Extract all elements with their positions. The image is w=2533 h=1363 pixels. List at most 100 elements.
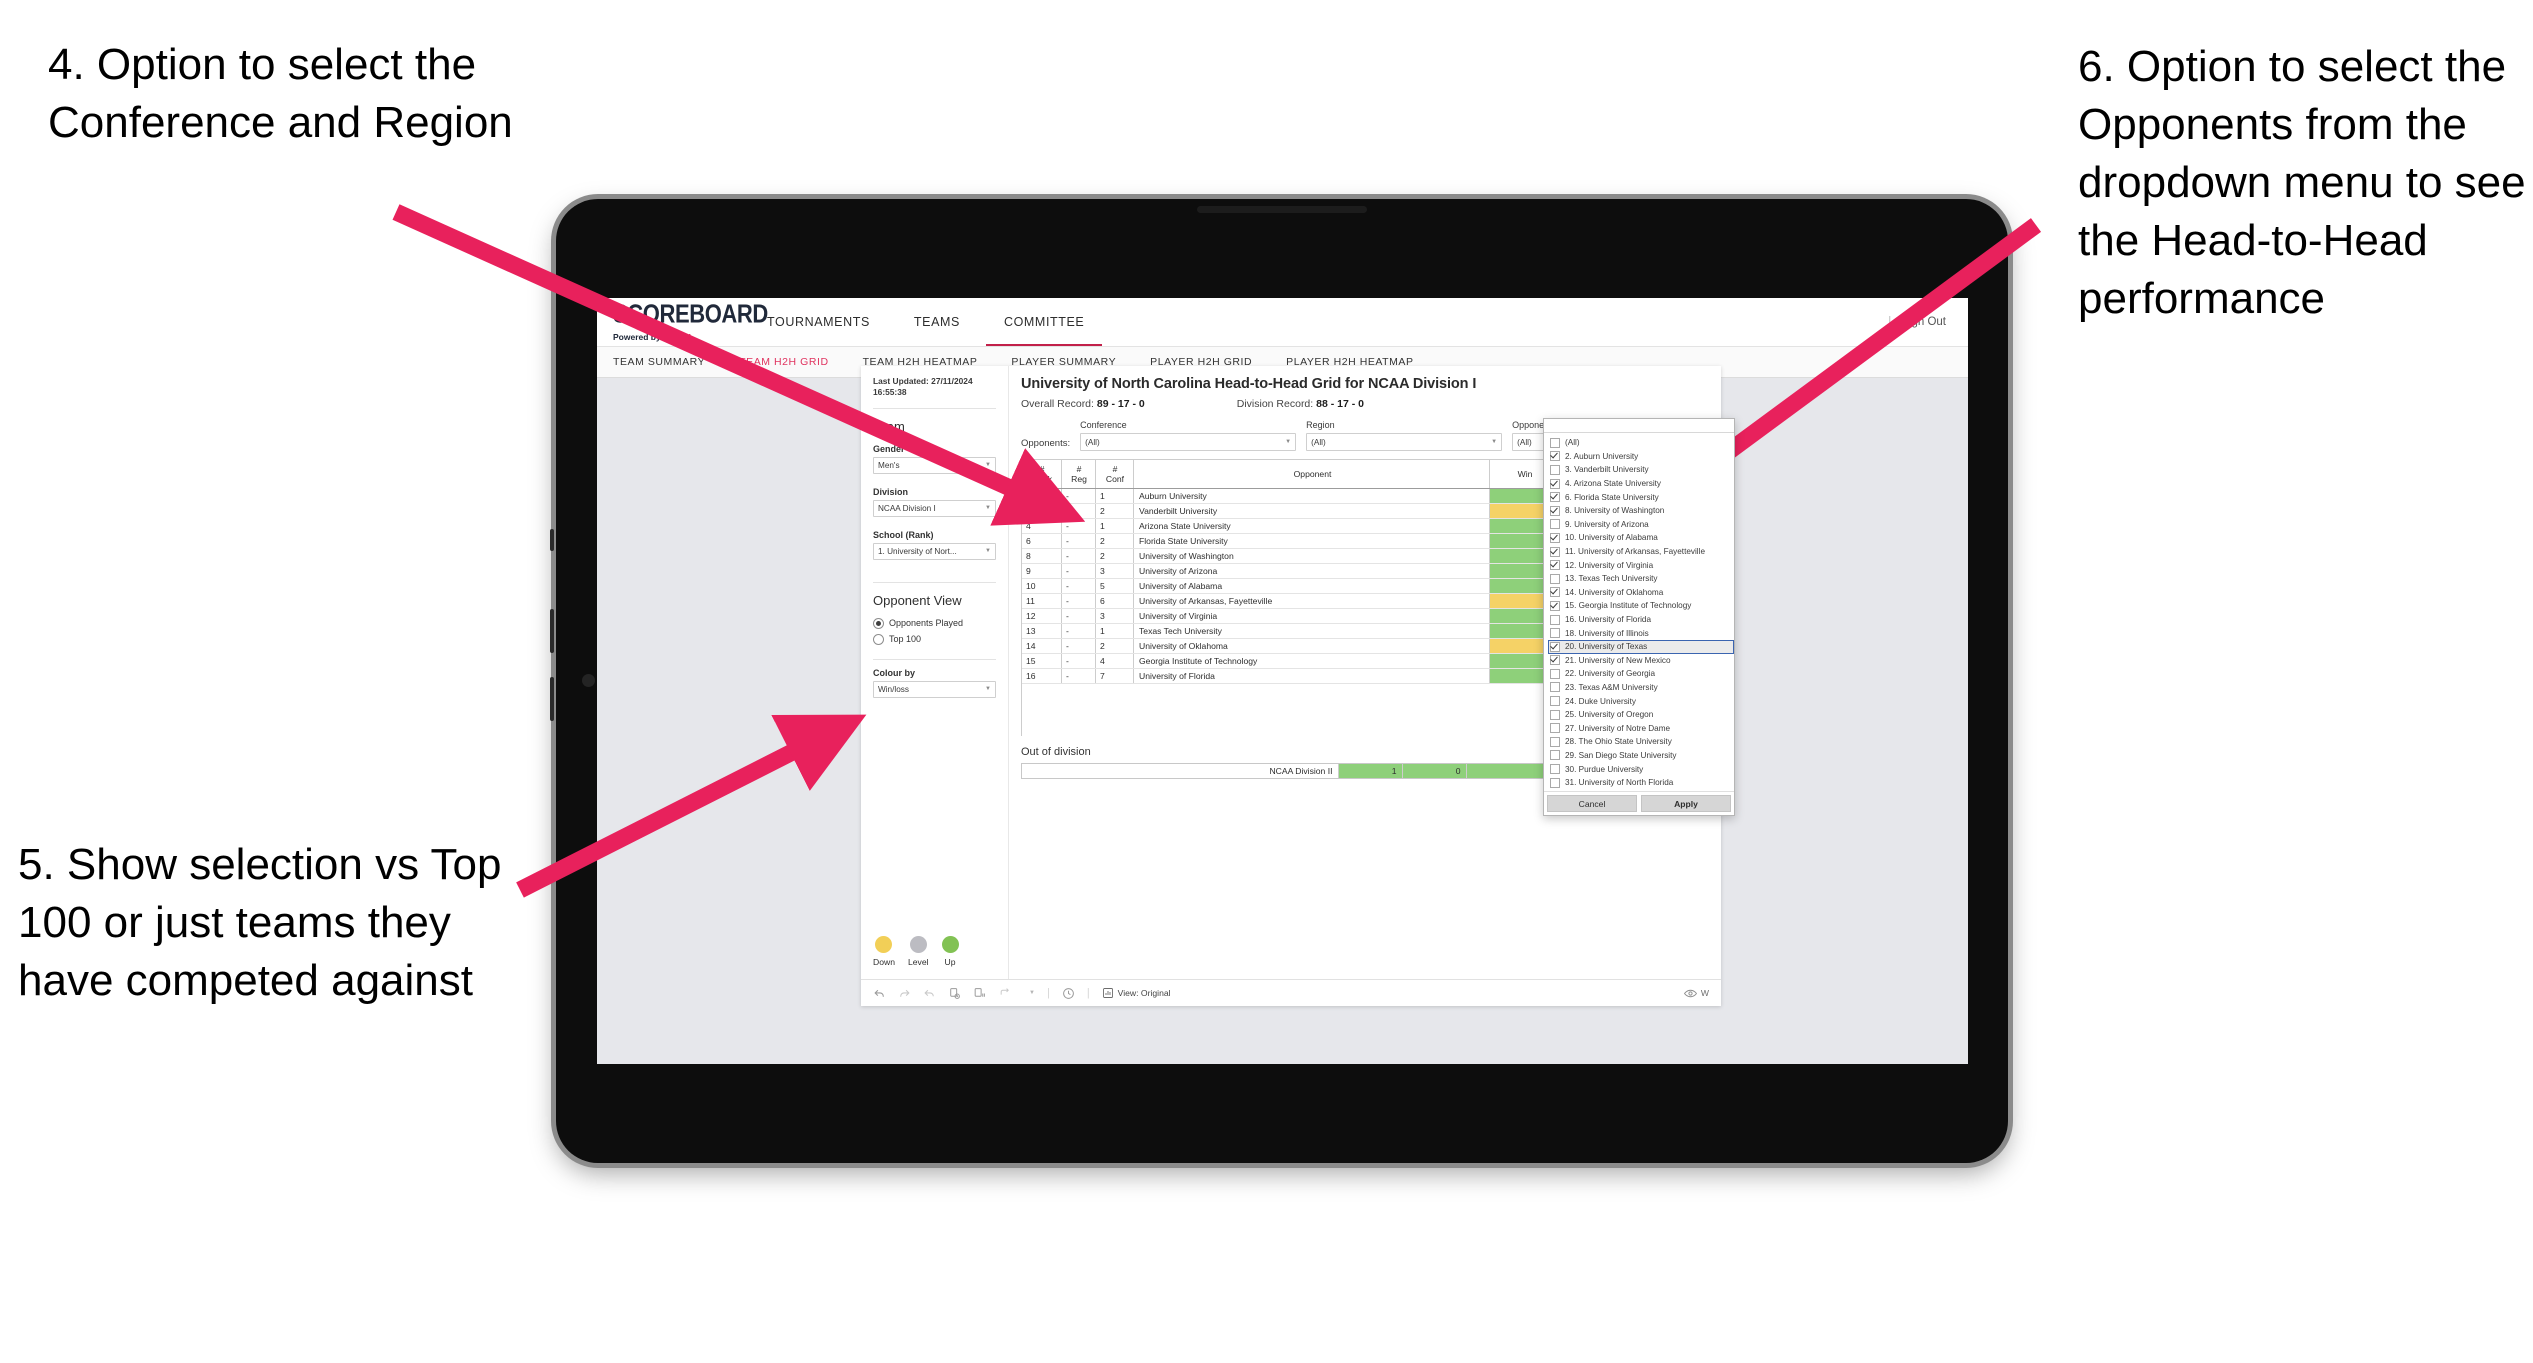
checkbox-icon[interactable] xyxy=(1550,560,1560,571)
opponent-option[interactable]: 28. The Ohio State University xyxy=(1548,735,1734,749)
checkbox-icon[interactable] xyxy=(1550,628,1560,639)
share-icon[interactable] xyxy=(998,987,1013,1000)
checkbox-icon[interactable] xyxy=(1550,437,1560,448)
checkbox-icon[interactable] xyxy=(1550,696,1560,707)
cell-reg: - xyxy=(1061,563,1096,579)
opponent-option[interactable]: 21. University of New Mexico xyxy=(1548,654,1734,668)
opponent-dropdown-search[interactable] xyxy=(1544,419,1734,433)
refresh-data-icon[interactable] xyxy=(948,987,961,1000)
opponent-option[interactable]: 20. University of Texas xyxy=(1548,639,1734,654)
cell-rank: 2 xyxy=(1022,488,1062,504)
checkbox-icon[interactable] xyxy=(1550,519,1560,530)
opponent-dropdown-panel[interactable]: (All) 2. Auburn University 3. Vanderbilt U… xyxy=(1543,418,1735,817)
revert-icon[interactable] xyxy=(923,987,936,1000)
cell-rank: 8 xyxy=(1022,548,1062,564)
opponent-option[interactable]: 4. Arizona State University xyxy=(1548,477,1734,491)
opponent-option[interactable]: 16. University of Florida xyxy=(1548,613,1734,627)
view-original-button[interactable]: View: Original xyxy=(1102,987,1171,999)
opponent-option[interactable]: 3. Vanderbilt University xyxy=(1548,463,1734,477)
checkbox-icon[interactable] xyxy=(1550,723,1560,734)
redo-icon[interactable] xyxy=(898,987,911,1000)
division-value: NCAA Division I xyxy=(878,503,936,513)
opponent-option[interactable]: 2. Auburn University xyxy=(1548,450,1734,464)
legend-label-up: Up xyxy=(944,957,956,967)
opponent-option[interactable]: 8. University of Washington xyxy=(1548,504,1734,518)
checkbox-icon[interactable] xyxy=(1550,546,1560,557)
checkbox-icon[interactable] xyxy=(1550,709,1560,720)
cell-win: 1 xyxy=(1338,764,1403,778)
checkbox-icon[interactable] xyxy=(1550,573,1560,584)
cancel-button[interactable]: Cancel xyxy=(1547,795,1637,813)
checkbox-icon[interactable] xyxy=(1550,668,1560,679)
division-select[interactable]: NCAA Division I ▼ xyxy=(873,499,996,517)
checkbox-icon[interactable] xyxy=(1550,655,1560,666)
checkbox-icon[interactable] xyxy=(1550,451,1560,462)
opponent-option[interactable]: 29. San Diego State University xyxy=(1548,749,1734,763)
subnav-team-summary[interactable]: TEAM SUMMARY xyxy=(613,356,705,368)
opponent-option[interactable]: 9. University of Arizona xyxy=(1548,518,1734,532)
cell-reg: - xyxy=(1061,488,1096,504)
watch-group[interactable]: W xyxy=(1683,988,1709,999)
opponent-option[interactable]: 22. University of Georgia xyxy=(1548,667,1734,681)
opponent-option[interactable]: 27. University of Notre Dame xyxy=(1548,721,1734,735)
checkbox-icon[interactable] xyxy=(1550,587,1560,598)
cell-conf: 2 xyxy=(1095,503,1134,519)
checkbox-icon[interactable] xyxy=(1550,614,1560,625)
history-icon[interactable] xyxy=(1062,987,1075,1000)
gender-select[interactable]: Men's ▼ xyxy=(873,456,996,474)
opponent-option[interactable]: 23. Texas A&M University xyxy=(1548,681,1734,695)
view-original-label: View: Original xyxy=(1117,988,1171,998)
opponent-option[interactable]: (All) xyxy=(1548,436,1734,450)
opponent-option-list[interactable]: (All) 2. Auburn University 3. Vanderbilt U… xyxy=(1544,433,1734,791)
checkbox-icon[interactable] xyxy=(1550,532,1560,543)
opponent-option[interactable]: 14. University of Oklahoma xyxy=(1548,586,1734,600)
opponent-option[interactable]: 18. University of Illinois xyxy=(1548,626,1734,640)
checkbox-icon[interactable] xyxy=(1550,777,1560,788)
opponents-prefix-label: Opponents: xyxy=(1021,438,1071,449)
nav-tournaments[interactable]: TOURNAMENTS xyxy=(745,298,892,346)
school-select[interactable]: 1. University of Nort... ▼ xyxy=(873,542,996,560)
cell-rank: 10 xyxy=(1022,578,1062,594)
cell-opponent: Vanderbilt University xyxy=(1133,503,1490,519)
opponent-option[interactable]: 13. Texas Tech University xyxy=(1548,572,1734,586)
col-reg: # Reg xyxy=(1061,460,1096,489)
checkbox-icon[interactable] xyxy=(1550,505,1560,516)
opponent-option[interactable]: 24. Duke University xyxy=(1548,694,1734,708)
apply-button[interactable]: Apply xyxy=(1641,795,1731,813)
opponent-option[interactable]: 31. University of North Florida xyxy=(1548,776,1734,790)
checkbox-icon[interactable] xyxy=(1550,682,1560,693)
colour-by-select[interactable]: Win/loss ▼ xyxy=(873,680,996,698)
cell-reg: - xyxy=(1061,638,1096,654)
region-select[interactable]: (All) ▼ xyxy=(1306,433,1503,451)
cell-opponent: Florida State University xyxy=(1133,533,1490,549)
sign-out-link[interactable]: Sign Out xyxy=(1901,316,1946,328)
chevron-down-icon[interactable]: ▼ xyxy=(1029,990,1035,996)
opponent-option[interactable]: 10. University of Alabama xyxy=(1548,531,1734,545)
opponent-option[interactable]: 30. Purdue University xyxy=(1548,762,1734,776)
conference-select[interactable]: (All) ▼ xyxy=(1080,433,1297,451)
undo-icon[interactable] xyxy=(873,987,886,1000)
radio-top-100[interactable]: Top 100 xyxy=(873,633,996,645)
opponent-option[interactable]: 25. University of Oregon xyxy=(1548,708,1734,722)
checkbox-icon[interactable] xyxy=(1550,641,1560,652)
brand-logo[interactable]: SCOREBOARD Powered by Swood xyxy=(597,298,768,346)
opponent-option-label: 13. Texas Tech University xyxy=(1565,574,1658,584)
opponent-option[interactable]: 6. Florida State University xyxy=(1548,490,1734,504)
pause-updates-icon[interactable] xyxy=(973,987,986,1000)
checkbox-icon[interactable] xyxy=(1550,600,1560,611)
checkbox-icon[interactable] xyxy=(1550,464,1560,475)
cell-conf: 7 xyxy=(1095,668,1134,684)
checkbox-icon[interactable] xyxy=(1550,736,1560,747)
visualization-card: Last Updated: 27/11/2024 16:55:38 Team G… xyxy=(861,366,1735,1006)
checkbox-icon[interactable] xyxy=(1550,764,1560,775)
radio-opponents-played[interactable]: Opponents Played xyxy=(873,617,996,629)
nav-committee[interactable]: COMMITTEE xyxy=(982,298,1106,346)
opponent-option[interactable]: 15. Georgia Institute of Technology xyxy=(1548,599,1734,613)
checkbox-icon[interactable] xyxy=(1550,492,1560,503)
opponent-option[interactable]: 11. University of Arkansas, Fayetteville xyxy=(1548,545,1734,559)
nav-teams[interactable]: TEAMS xyxy=(892,298,982,346)
checkbox-icon[interactable] xyxy=(1550,750,1560,761)
checkbox-icon[interactable] xyxy=(1550,478,1560,489)
subnav-team-h2h-grid[interactable]: TEAM H2H GRID xyxy=(739,356,828,368)
opponent-option[interactable]: 12. University of Virginia xyxy=(1548,558,1734,572)
